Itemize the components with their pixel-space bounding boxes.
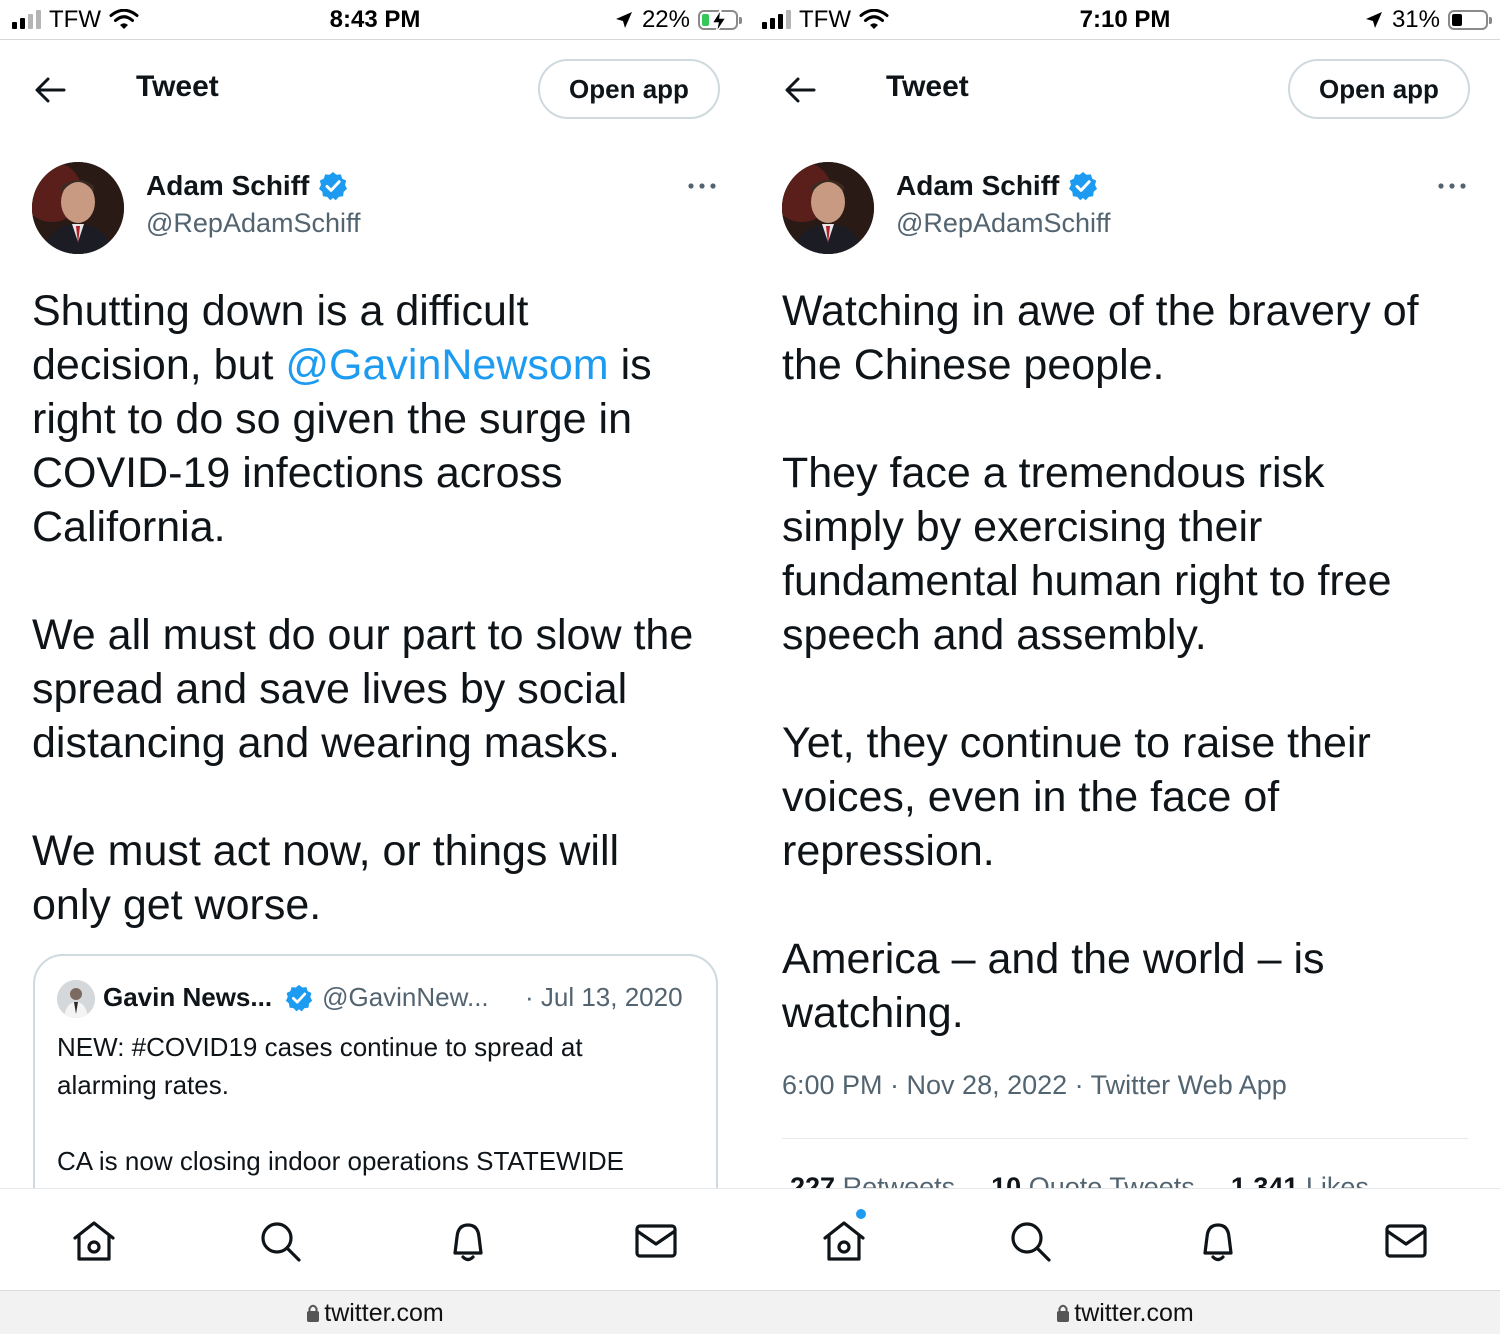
tweet-line [32,770,732,824]
search-icon[interactable] [1006,1217,1054,1265]
back-arrow-icon[interactable] [32,72,68,108]
quoted-author-name: Gavin News... [103,982,273,1012]
home-icon[interactable] [820,1217,868,1265]
verified-badge-icon [285,984,313,1011]
tweet-line: America – and the world – is [782,935,1325,983]
status-bar: TFW 8:43 PM 22% [0,0,750,40]
home-unread-dot [856,1209,866,1219]
page-title: Tweet [136,70,219,103]
battery-percent: 22% [641,6,690,33]
tweet-line: Shutting down is a difficult [32,287,529,335]
messages-icon[interactable] [1382,1217,1430,1265]
quoted-date: · Jul 13, 2020 [525,982,683,1012]
verified-badge-icon [319,172,348,201]
author-name[interactable]: Adam Schiff [146,170,309,202]
top-bar: Tweet Open app [0,40,750,140]
tweet-line: They face a tremendous risk [782,449,1325,497]
quoted-text-line: alarming rates. [57,1070,229,1100]
more-icon[interactable] [1436,176,1468,196]
search-icon[interactable] [256,1217,304,1265]
lock-icon [307,1304,320,1322]
divider [782,1138,1468,1139]
avatar[interactable] [32,162,124,254]
more-icon[interactable] [686,176,718,196]
location-arrow-icon [615,12,632,28]
top-bar: Tweet Open app [750,40,1500,140]
notifications-icon[interactable] [1194,1217,1242,1265]
url-bar[interactable]: twitter.com [750,1290,1500,1334]
open-app-button[interactable]: Open app [538,59,720,119]
open-app-button[interactable]: Open app [1288,59,1470,119]
mention-link[interactable]: @GavinNewsom [285,341,608,389]
tweet-timestamp[interactable]: 6:00 PM · Nov 28, 2022 · Twitter Web App [782,1070,1287,1101]
tweet-line: repression. [782,827,995,875]
tweet-line: decision, but @GavinNewsom is [32,341,652,389]
tweet-line: speech and assembly. [782,611,1207,659]
battery-icon [698,9,742,33]
tweet-line: fundamental human right to free [782,557,1392,605]
battery-percent: 31% [1391,6,1440,33]
location-arrow-icon [1365,12,1382,28]
page-title: Tweet [886,70,969,103]
tweet-line: voices, even in the face of [782,773,1280,821]
lock-icon [1057,1304,1070,1322]
tweet-text: Watching in awe of the bravery of the Chi… [782,284,1482,1040]
tweet-line: distancing and wearing masks. [32,719,620,767]
home-icon[interactable] [70,1217,118,1265]
url-text: twitter.com [1074,1299,1194,1327]
url-text: twitter.com [324,1299,444,1327]
tweet-line: California. [32,503,226,551]
bottom-nav [0,1188,750,1290]
tweet-line: the Chinese people. [782,341,1165,389]
status-bar: TFW 7:10 PM 31% [750,0,1500,40]
notifications-icon[interactable] [444,1217,492,1265]
quoted-avatar [57,980,95,1018]
author-handle[interactable]: @RepAdamSchiff [896,208,1111,239]
tweet-line [782,662,1482,716]
tweet-line [32,554,732,608]
tweet-line: COVID-19 infections across [32,449,563,497]
tweet-line [782,392,1482,446]
back-arrow-icon[interactable] [782,72,818,108]
battery-icon [1448,10,1492,30]
tweet-line: We all must do our part to slow the [32,611,694,659]
tweet-line: Yet, they continue to raise their [782,719,1371,767]
url-bar[interactable]: twitter.com [0,1290,750,1334]
quoted-text-line [57,1104,697,1142]
tweet-line: right to do so given the surge in [32,395,632,443]
tweet-line: spread and save lives by social [32,665,628,713]
tweet-line: Watching in awe of the bravery of [782,287,1419,335]
tweet-line: We must act now, or things will [32,827,620,875]
quoted-author-handle: @GavinNew... [322,982,489,1012]
left-screenshot: TFW 8:43 PM 22% Tweet Open app Adam Schi… [0,0,750,1334]
messages-icon[interactable] [632,1217,680,1265]
avatar[interactable] [782,162,874,254]
right-screenshot: TFW 7:10 PM 31% Tweet Open app Adam Schi… [750,0,1500,1334]
tweet-text: Shutting down is a difficult decision, bu… [32,284,732,932]
author-handle[interactable]: @RepAdamSchiff [146,208,361,239]
tweet-line [782,878,1482,932]
quoted-text-line: CA is now closing indoor operations STAT… [57,1146,624,1176]
tweet-line: only get worse. [32,881,322,929]
quoted-text-line: NEW: #COVID19 cases continue to spread a… [57,1032,583,1062]
verified-badge-icon [1069,172,1098,201]
tweet-line: watching. [782,989,964,1037]
bottom-nav [750,1188,1500,1290]
author-name[interactable]: Adam Schiff [896,170,1059,202]
tweet-line: simply by exercising their [782,503,1263,551]
